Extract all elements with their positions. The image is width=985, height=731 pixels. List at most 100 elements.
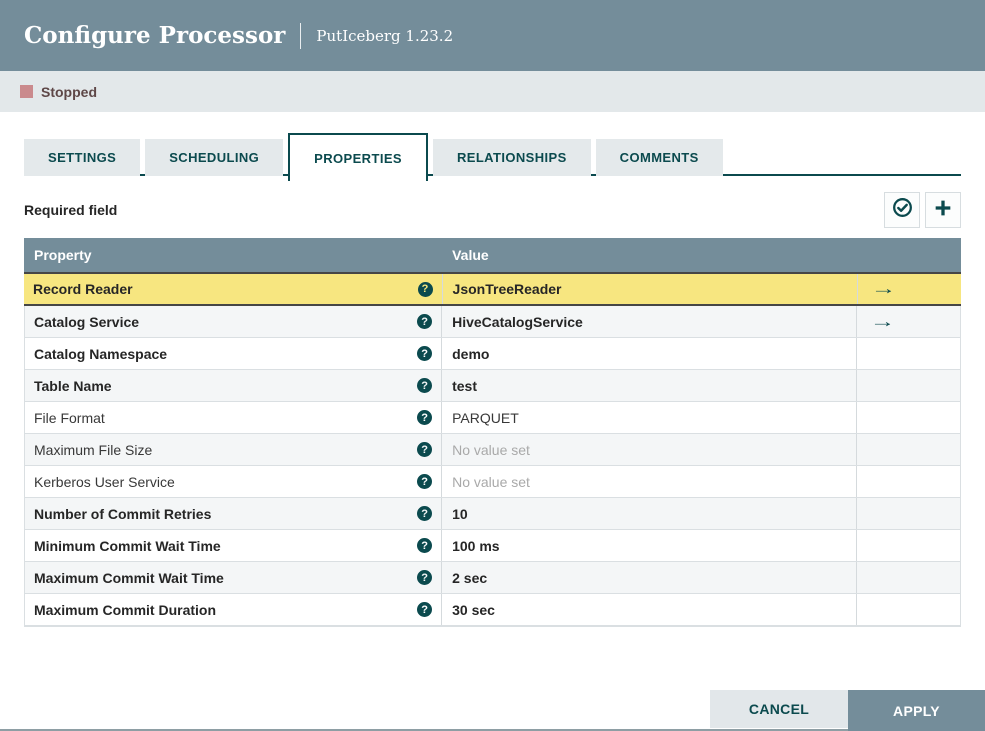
value-cell[interactable]: 100 ms — [441, 530, 856, 561]
property-row[interactable]: Table Name ? test → — [25, 370, 960, 402]
property-cell[interactable]: Maximum Commit Duration ? — [25, 594, 441, 625]
property-value: No value set — [452, 441, 530, 458]
property-value: 100 ms — [452, 537, 500, 554]
property-cell[interactable]: Number of Commit Retries ? — [25, 498, 441, 529]
value-cell[interactable]: demo — [441, 338, 856, 369]
property-cell[interactable]: Catalog Namespace ? — [25, 338, 441, 369]
property-cell[interactable]: File Format ? — [25, 402, 441, 433]
table-header: Property Value — [24, 238, 961, 272]
status-bar: Stopped — [0, 71, 985, 112]
property-row[interactable]: Maximum File Size ? No value set → — [25, 434, 960, 466]
property-row[interactable]: Minimum Commit Wait Time ? 100 ms → — [25, 530, 960, 562]
dialog-content: SETTINGS SCHEDULING PROPERTIES RELATIONS… — [0, 112, 985, 627]
property-cell[interactable]: Record Reader ? — [24, 274, 442, 304]
property-value: PARQUET — [452, 409, 519, 426]
property-name: Table Name — [34, 377, 112, 394]
tab-relationships[interactable]: RELATIONSHIPS — [432, 139, 591, 176]
add-property-button[interactable] — [925, 192, 961, 228]
value-cell[interactable]: PARQUET — [441, 402, 856, 433]
property-value: 2 sec — [452, 569, 488, 586]
property-cell[interactable]: Catalog Service ? — [25, 306, 441, 337]
dialog-title: Configure Processor — [24, 22, 286, 49]
property-row[interactable]: Catalog Namespace ? demo → — [25, 338, 960, 370]
value-cell[interactable]: 10 — [441, 498, 856, 529]
goto-cell: → — [856, 434, 960, 465]
cancel-button[interactable]: CANCEL — [710, 690, 848, 728]
help-icon[interactable]: ? — [417, 346, 433, 361]
property-cell[interactable]: Table Name ? — [25, 370, 441, 401]
goto-cell: → — [856, 530, 960, 561]
property-cell[interactable]: Maximum Commit Wait Time ? — [25, 562, 441, 593]
goto-cell: → — [857, 274, 961, 304]
value-cell[interactable]: 2 sec — [441, 562, 856, 593]
plus-icon — [932, 197, 954, 224]
value-cell[interactable]: No value set — [441, 466, 856, 497]
property-name: Maximum Commit Wait Time — [34, 569, 224, 586]
property-cell[interactable]: Minimum Commit Wait Time ? — [25, 530, 441, 561]
help-icon[interactable]: ? — [417, 570, 433, 585]
property-cell[interactable]: Kerberos User Service ? — [25, 466, 441, 497]
property-value: HiveCatalogService — [452, 313, 583, 330]
tab-row: SETTINGS SCHEDULING PROPERTIES RELATIONS… — [24, 133, 728, 181]
value-cell[interactable]: 30 sec — [441, 594, 856, 625]
tab-settings[interactable]: SETTINGS — [24, 139, 141, 176]
property-value: No value set — [452, 473, 530, 490]
help-icon[interactable]: ? — [417, 410, 433, 425]
go-to-service-icon[interactable]: → — [870, 312, 896, 332]
status-label: Stopped — [41, 83, 97, 100]
goto-cell: → — [856, 402, 960, 433]
help-icon[interactable]: ? — [417, 474, 433, 489]
toolbar-buttons — [884, 192, 961, 228]
property-row[interactable]: Kerberos User Service ? No value set → — [25, 466, 960, 498]
help-icon[interactable]: ? — [417, 602, 433, 617]
go-to-service-icon[interactable]: → — [871, 279, 897, 299]
property-row[interactable]: Number of Commit Retries ? 10 → — [25, 498, 960, 530]
help-icon[interactable]: ? — [417, 506, 433, 521]
help-icon[interactable]: ? — [417, 442, 433, 457]
property-name: Catalog Namespace — [34, 345, 168, 362]
property-row[interactable]: Maximum Commit Duration ? 30 sec → — [25, 594, 960, 626]
apply-button[interactable]: APPLY — [848, 690, 985, 731]
tab-label: SETTINGS — [48, 150, 117, 165]
title-divider — [300, 22, 302, 49]
tab-scheduling[interactable]: SCHEDULING — [145, 139, 284, 176]
property-cell[interactable]: Maximum File Size ? — [25, 434, 441, 465]
goto-cell: → — [856, 370, 960, 401]
value-cell[interactable]: No value set — [441, 434, 856, 465]
tab-label: PROPERTIES — [314, 150, 402, 166]
help-icon[interactable]: ? — [417, 378, 433, 393]
property-name: Kerberos User Service — [34, 473, 175, 490]
property-name: Maximum File Size — [34, 441, 153, 458]
property-value: 10 — [452, 505, 468, 522]
required-field-label: Required field — [24, 202, 118, 218]
tab-label: RELATIONSHIPS — [456, 150, 567, 165]
property-value: test — [452, 377, 478, 394]
table-body: Record Reader ? JsonTreeReader → Catalog… — [24, 272, 961, 626]
help-icon[interactable]: ? — [417, 538, 433, 553]
property-row[interactable]: Maximum Commit Wait Time ? 2 sec → — [25, 562, 960, 594]
goto-cell: → — [856, 306, 960, 337]
property-row[interactable]: Record Reader ? JsonTreeReader → — [24, 272, 961, 306]
stopped-icon — [20, 85, 33, 98]
help-icon[interactable]: ? — [417, 314, 433, 329]
value-cell[interactable]: HiveCatalogService — [441, 306, 856, 337]
property-row[interactable]: Catalog Service ? HiveCatalogService → — [25, 306, 960, 338]
value-cell[interactable]: test — [441, 370, 856, 401]
column-header-value: Value — [452, 247, 489, 263]
property-value: 30 sec — [452, 601, 495, 618]
tab-comments[interactable]: COMMENTS — [595, 139, 723, 176]
property-name: Minimum Commit Wait Time — [34, 537, 221, 554]
value-cell[interactable]: JsonTreeReader — [441, 274, 858, 304]
tab-properties[interactable]: PROPERTIES — [288, 133, 428, 181]
property-row[interactable]: File Format ? PARQUET → — [25, 402, 960, 434]
property-name: Maximum Commit Duration — [34, 601, 217, 618]
property-name: Record Reader — [33, 281, 133, 297]
goto-cell: → — [856, 594, 960, 625]
goto-cell: → — [856, 498, 960, 529]
verify-properties-button[interactable] — [884, 192, 920, 228]
help-icon[interactable]: ? — [417, 281, 433, 297]
goto-cell: → — [856, 562, 960, 593]
processor-name-version: PutIceberg 1.23.2 — [316, 26, 454, 45]
dialog-header: Configure Processor PutIceberg 1.23.2 — [0, 0, 985, 71]
property-name: Catalog Service — [34, 313, 140, 330]
